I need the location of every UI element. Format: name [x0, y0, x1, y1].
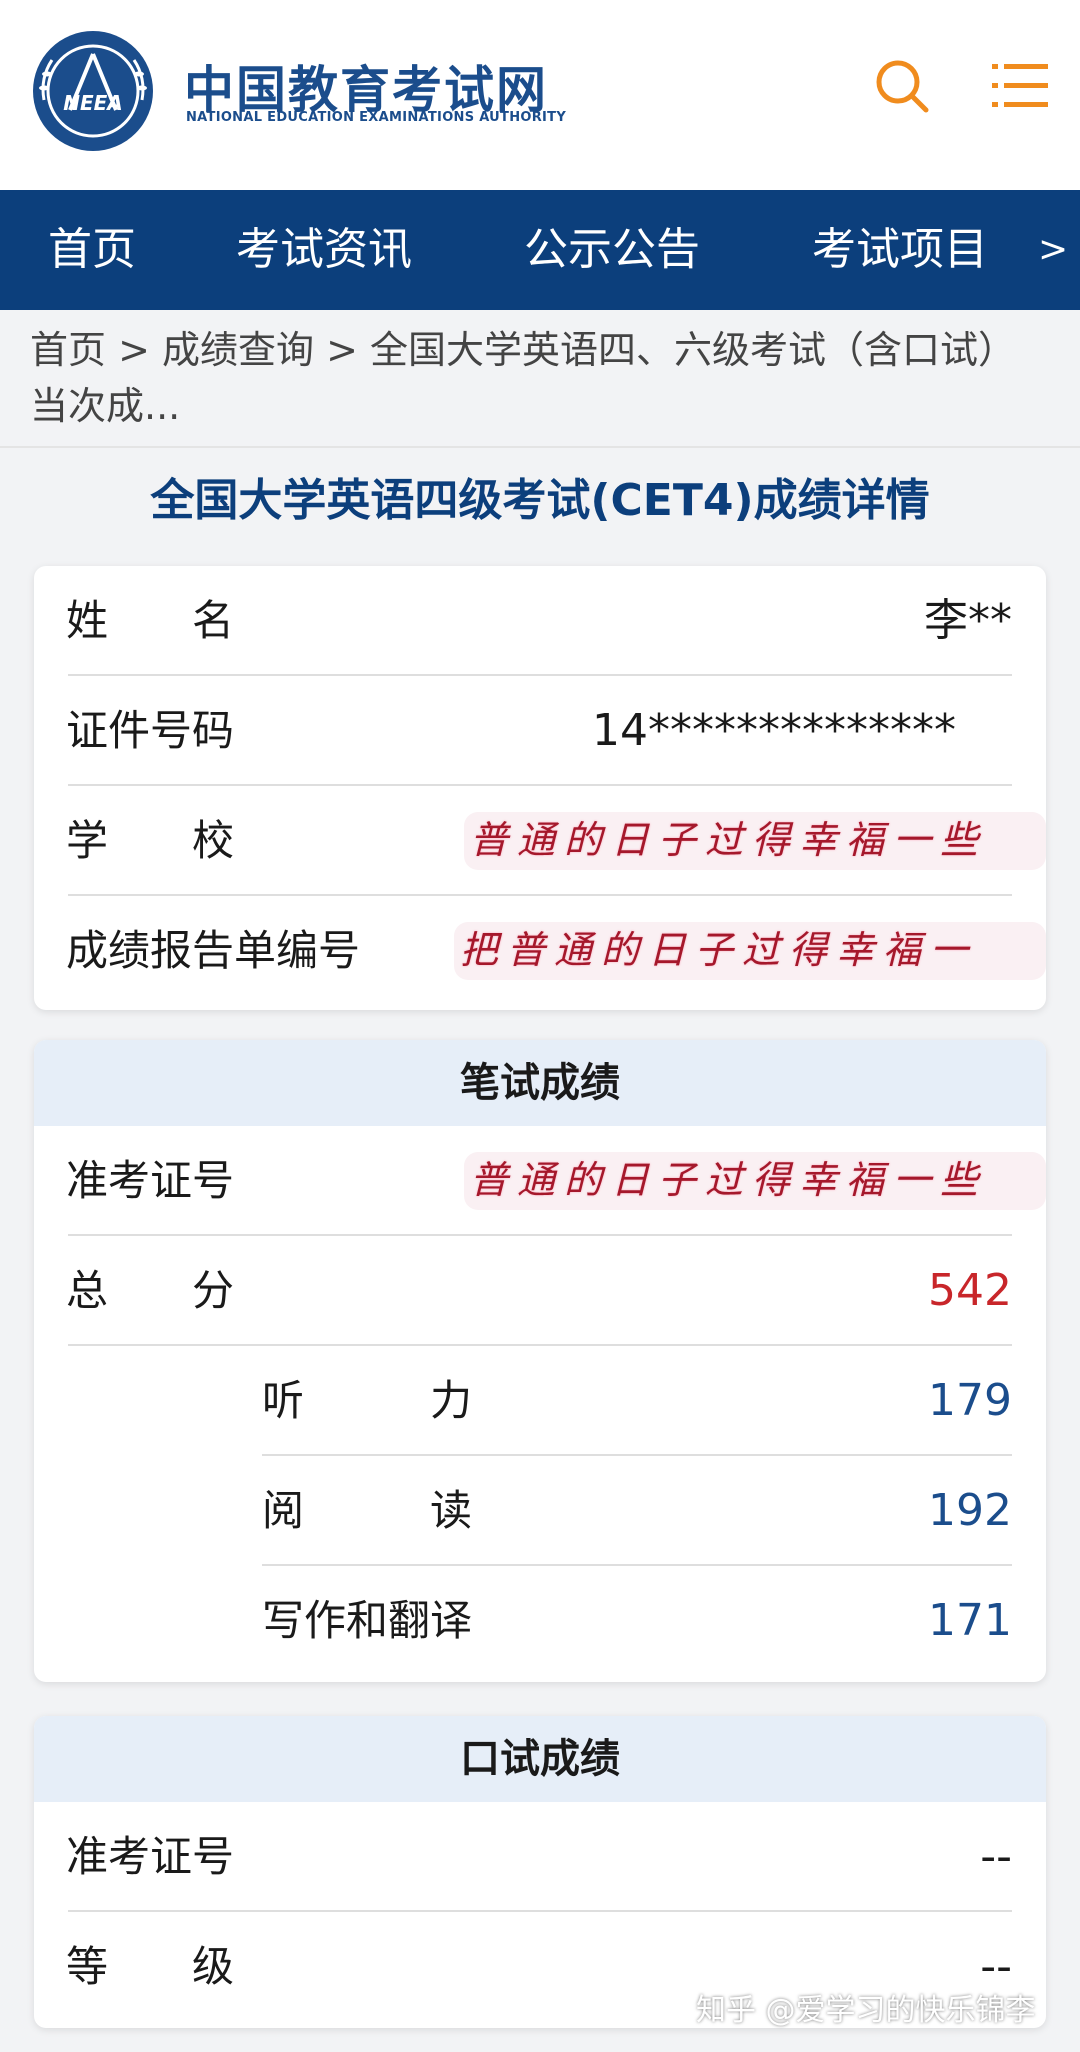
writing-translation-score-value: 171: [928, 1595, 1012, 1646]
written-score-card: 笔试成绩 准考证号 普通的日子过得幸福一些 总 分 542 听 力 179 阅 …: [34, 1040, 1046, 1682]
zhihu-watermark: 知乎 @爱学习的快乐锦李: [696, 1993, 1036, 2028]
report-number-label: 成绩报告单编号: [66, 926, 361, 975]
written-row-total: 总 分 542: [34, 1236, 1046, 1346]
personal-info-card: 姓 名 李** 证件号码 14************** 学 校 普通的日子过…: [34, 566, 1046, 1010]
written-row-listening: 听 力 179: [34, 1346, 1046, 1456]
total-score-value: 542: [928, 1265, 1012, 1316]
school-label: 学 校: [66, 816, 235, 865]
neea-logo-icon[interactable]: NEEA: [30, 28, 156, 154]
nav-item-exam-news[interactable]: 考试资讯: [236, 190, 412, 310]
listening-score-value: 179: [928, 1375, 1012, 1426]
oral-score-title: 口试成绩: [34, 1716, 1046, 1802]
oral-row-ticket: 准考证号 --: [34, 1802, 1046, 1912]
written-score-title: 笔试成绩: [34, 1040, 1046, 1126]
site-header: NEEA 中国教育考试网 NATIONAL EDUCATION EXAMINAT…: [0, 0, 1080, 190]
id-value: 14**************: [592, 705, 956, 756]
school-value: 普通的日子过得幸福一些: [470, 818, 988, 862]
id-label: 证件号码: [66, 706, 235, 755]
listening-label: 听 力: [262, 1376, 473, 1425]
name-value: 李**: [924, 595, 1012, 646]
oral-grade-label: 等 级: [66, 1942, 235, 1991]
nav-item-exam-projects[interactable]: 考试项目: [812, 190, 988, 310]
main-nav: 首页 考试资讯 公示公告 考试项目 >: [0, 190, 1080, 310]
nav-item-announcements[interactable]: 公示公告: [524, 190, 700, 310]
divider: [0, 446, 1080, 448]
written-row-writing: 写作和翻译 171: [34, 1566, 1046, 1676]
written-row-reading: 阅 读 192: [34, 1456, 1046, 1566]
menu-icon[interactable]: [990, 58, 1050, 114]
written-row-ticket: 准考证号 普通的日子过得幸福一些: [34, 1126, 1046, 1236]
nav-more-icon[interactable]: >: [1038, 190, 1068, 310]
reading-label: 阅 读: [262, 1486, 473, 1535]
name-label: 姓 名: [66, 596, 235, 645]
site-subtitle: NATIONAL EDUCATION EXAMINATIONS AUTHORIT…: [186, 110, 567, 125]
nav-item-home[interactable]: 首页: [48, 190, 136, 310]
oral-ticket-label: 准考证号: [66, 1832, 235, 1881]
oral-ticket-value: --: [980, 1831, 1012, 1882]
info-row-school: 学 校 普通的日子过得幸福一些: [34, 786, 1046, 896]
info-row-report-number: 成绩报告单编号 把普通的日子过得幸福一: [34, 896, 1046, 1006]
svg-text:NEEA: NEEA: [63, 91, 123, 115]
breadcrumb[interactable]: 首页 > 成绩查询 > 全国大学英语四、六级考试（含口试）当次成...: [30, 322, 1040, 434]
ticket-label: 准考证号: [66, 1156, 235, 1205]
info-row-name: 姓 名 李**: [34, 566, 1046, 676]
oral-score-card: 口试成绩 准考证号 -- 等 级 --: [34, 1716, 1046, 2028]
page-title: 全国大学英语四级考试(CET4)成绩详情: [150, 475, 930, 526]
ticket-value: 普通的日子过得幸福一些: [470, 1158, 988, 1202]
info-row-id: 证件号码 14**************: [34, 676, 1046, 786]
search-icon[interactable]: [872, 56, 932, 116]
report-number-value: 把普通的日子过得幸福一: [460, 928, 978, 972]
writing-translation-label: 写作和翻译: [262, 1596, 473, 1645]
total-label: 总 分: [66, 1266, 235, 1315]
reading-score-value: 192: [928, 1485, 1012, 1536]
